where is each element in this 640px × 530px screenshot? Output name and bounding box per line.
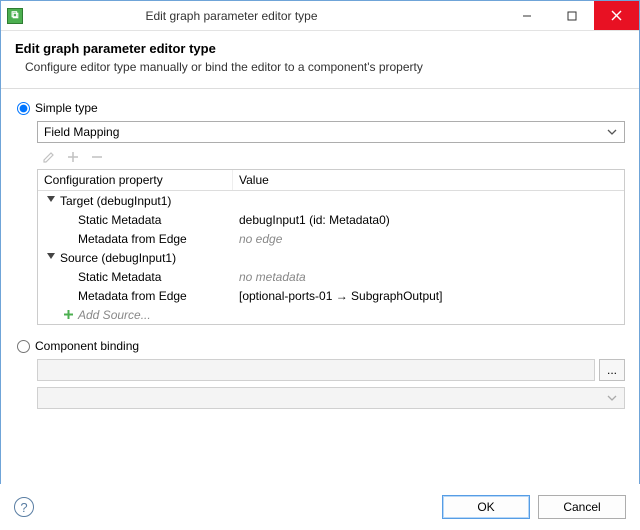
app-icon: ⧉ bbox=[7, 8, 23, 24]
tree-value: no metadata bbox=[233, 267, 624, 287]
component-field-disabled bbox=[37, 359, 595, 381]
chevron-down-icon bbox=[604, 390, 620, 406]
tree-label: Static Metadata bbox=[38, 210, 233, 230]
tree-group-source[interactable]: Source (debugInput1) bbox=[38, 248, 624, 267]
tree-label: Source (debugInput1) bbox=[60, 251, 176, 265]
config-toolbar bbox=[37, 143, 625, 169]
cancel-button[interactable]: Cancel bbox=[538, 495, 626, 519]
tree-value: [optional-ports-01 → SubgraphOutput] bbox=[233, 286, 624, 306]
column-header-property[interactable]: Configuration property bbox=[38, 170, 233, 190]
tree-value: debugInput1 (id: Metadata0) bbox=[233, 210, 624, 230]
tree-item-target-edge[interactable]: Metadata from Edge no edge bbox=[38, 229, 624, 248]
tree-item-source-edge[interactable]: Metadata from Edge [optional-ports-01 → … bbox=[38, 286, 624, 305]
property-combo-disabled bbox=[37, 387, 625, 409]
config-table: Configuration property Value Target (deb… bbox=[37, 169, 625, 325]
maximize-button[interactable] bbox=[549, 1, 594, 30]
tree-label: Metadata from Edge bbox=[38, 286, 233, 306]
editor-type-value: Field Mapping bbox=[44, 125, 119, 139]
help-button[interactable]: ? bbox=[14, 497, 34, 517]
dialog-header: Edit graph parameter editor type Configu… bbox=[1, 31, 639, 89]
remove-icon[interactable] bbox=[89, 149, 105, 165]
simple-type-label: Simple type bbox=[35, 101, 98, 115]
tree-value: no edge bbox=[233, 229, 624, 249]
expand-icon[interactable] bbox=[46, 253, 56, 263]
title-bar: ⧉ Edit graph parameter editor type bbox=[1, 1, 639, 31]
minimize-button[interactable] bbox=[504, 1, 549, 30]
tree-item-source-static[interactable]: Static Metadata no metadata bbox=[38, 267, 624, 286]
plus-icon bbox=[62, 309, 74, 321]
tree-label: Metadata from Edge bbox=[38, 229, 233, 249]
component-binding-label: Component binding bbox=[35, 339, 139, 353]
expand-icon[interactable] bbox=[46, 196, 56, 206]
page-title: Edit graph parameter editor type bbox=[15, 41, 625, 56]
tree-item-target-static[interactable]: Static Metadata debugInput1 (id: Metadat… bbox=[38, 210, 624, 229]
ellipsis-label: ... bbox=[607, 363, 617, 377]
close-button[interactable] bbox=[594, 1, 639, 30]
tree-label: Static Metadata bbox=[38, 267, 233, 287]
ok-button[interactable]: OK bbox=[442, 495, 530, 519]
add-icon[interactable] bbox=[65, 149, 81, 165]
help-icon: ? bbox=[20, 500, 27, 515]
page-subtitle: Configure editor type manually or bind t… bbox=[15, 60, 625, 74]
chevron-down-icon bbox=[604, 124, 620, 140]
editor-type-combo[interactable]: Field Mapping bbox=[37, 121, 625, 143]
dialog-footer: ? OK Cancel bbox=[0, 484, 640, 530]
tree-label: Target (debugInput1) bbox=[60, 194, 171, 208]
browse-component-button[interactable]: ... bbox=[599, 359, 625, 381]
component-binding-radio-row[interactable]: Component binding bbox=[15, 339, 625, 353]
simple-type-radio-row[interactable]: Simple type bbox=[15, 101, 625, 115]
edit-icon[interactable] bbox=[41, 149, 57, 165]
add-source-label: Add Source... bbox=[78, 308, 151, 322]
window-title: Edit graph parameter editor type bbox=[29, 9, 504, 23]
simple-type-radio[interactable] bbox=[17, 102, 30, 115]
tree-item-add-source[interactable]: Add Source... bbox=[38, 305, 624, 324]
component-binding-radio[interactable] bbox=[17, 340, 30, 353]
column-header-value[interactable]: Value bbox=[233, 170, 624, 190]
tree-group-target[interactable]: Target (debugInput1) bbox=[38, 191, 624, 210]
